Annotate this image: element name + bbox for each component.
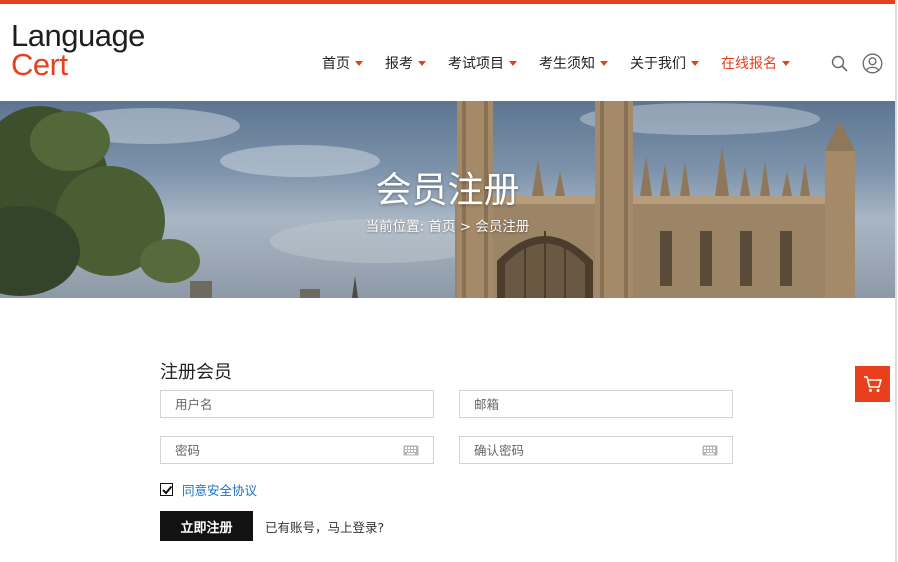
- caret-down-icon: [418, 60, 426, 66]
- nav-item-candidate-notes[interactable]: 考生须知: [539, 53, 608, 73]
- keyboard-icon[interactable]: [702, 445, 718, 456]
- search-icon: [831, 55, 847, 71]
- nav-item-label: 首页: [322, 56, 350, 72]
- form-title: 注册会员: [160, 362, 232, 383]
- username-field[interactable]: [160, 390, 434, 418]
- email-field[interactable]: [459, 390, 733, 418]
- caret-down-icon: [782, 60, 790, 66]
- user-account-button[interactable]: [861, 52, 883, 74]
- security-agreement-link[interactable]: 同意安全协议: [182, 480, 257, 499]
- caret-down-icon: [509, 60, 517, 66]
- nav-item-label: 考试项目: [448, 56, 504, 72]
- search-button[interactable]: [829, 53, 849, 73]
- breadcrumb-home-link[interactable]: 首页: [428, 219, 455, 235]
- page-title: 会员注册: [375, 170, 520, 211]
- caret-down-icon: [600, 60, 608, 66]
- login-link[interactable]: 已有账号，马上登录?: [265, 517, 384, 536]
- nav-item-exam-programs[interactable]: 考试项目: [448, 53, 517, 73]
- password-input[interactable]: [161, 437, 433, 463]
- nav-item-register-exam[interactable]: 报考: [385, 53, 426, 73]
- breadcrumb-separator: >: [459, 219, 472, 235]
- nav-item-label: 关于我们: [630, 56, 686, 72]
- nav-item-label: 报考: [385, 56, 413, 72]
- breadcrumb: 当前位置: 首页 > 会员注册: [0, 215, 895, 235]
- cart-icon: [863, 376, 882, 392]
- password-field[interactable]: [160, 436, 434, 464]
- keyboard-icon[interactable]: [403, 445, 419, 456]
- caret-down-icon: [355, 60, 363, 66]
- agreement-checkbox[interactable]: [160, 483, 173, 496]
- nav-item-about-us[interactable]: 关于我们: [630, 53, 699, 73]
- register-submit-button[interactable]: 立即注册: [160, 511, 253, 541]
- user-icon: [862, 53, 882, 73]
- top-accent-bar: [0, 0, 895, 4]
- page-edge-divider: [895, 0, 897, 562]
- breadcrumb-current: 会员注册: [475, 219, 530, 235]
- confirm-password-input[interactable]: [460, 437, 732, 463]
- floating-cart-button[interactable]: [855, 366, 890, 402]
- page-banner: 会员注册 当前位置: 首页 > 会员注册: [0, 101, 895, 298]
- nav-item-home[interactable]: 首页: [322, 53, 363, 73]
- caret-down-icon: [691, 60, 699, 66]
- breadcrumb-prefix: 当前位置:: [365, 219, 425, 235]
- brand-logo[interactable]: Language Cert: [11, 20, 145, 80]
- nav-item-label: 考生须知: [539, 56, 595, 72]
- confirm-password-field[interactable]: [459, 436, 733, 464]
- agreement-row: 同意安全协议: [160, 480, 257, 499]
- nav-item-online-registration[interactable]: 在线报名: [721, 53, 790, 73]
- brand-logo-line2: Cert: [11, 47, 68, 82]
- nav-item-label: 在线报名: [721, 56, 777, 72]
- username-input[interactable]: [161, 391, 433, 417]
- checkmark-icon: [161, 485, 172, 494]
- email-input[interactable]: [460, 391, 732, 417]
